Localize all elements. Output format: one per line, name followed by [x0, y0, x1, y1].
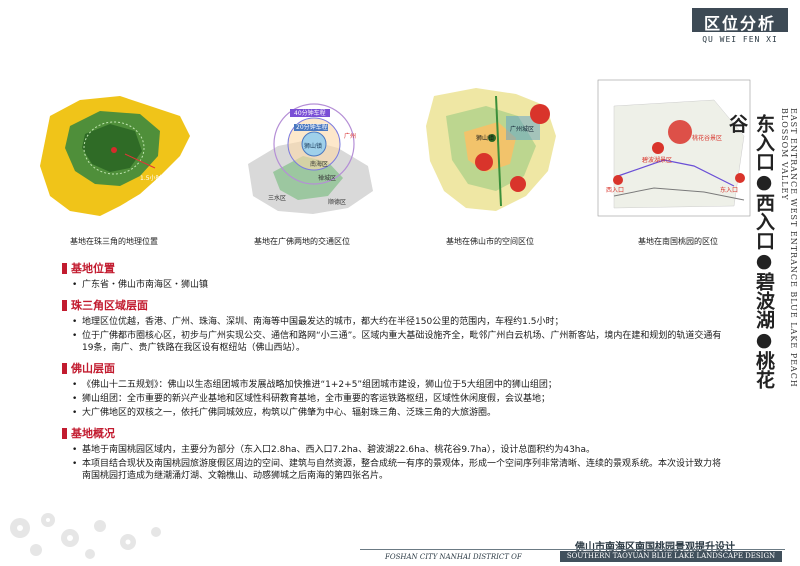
- map-4-caption: 基地在南国桃园的区位: [638, 237, 718, 246]
- map-3-graphic: 广州城区 狮山镇: [426, 88, 556, 211]
- list-item: • 地理区位优越，香港、广州、珠海、深圳、南海等中国最发达的城市，都大约在半径15…: [72, 317, 564, 327]
- list-item: • 广东省・佛山市南海区・狮山镇: [72, 280, 209, 290]
- map-4-label-east: 东入口: [720, 186, 738, 194]
- map-3-caption: 基地在佛山市的空间区位: [446, 237, 534, 246]
- map-pearl-river-delta: 1.5小时车程: [30, 76, 198, 224]
- map-2-label-guangzhou: 广州: [344, 132, 356, 140]
- map-3-label-guangzhou: 广州城区: [510, 125, 534, 133]
- map-foshan-spatial: 广州城区 狮山镇: [406, 76, 574, 224]
- map-1-caption: 基地在珠三角的地理位置: [70, 237, 158, 246]
- content: 基地位置 • 广东省・佛山市南海区・狮山镇 珠三角区域层面 • 地理区位优越，香港、…: [62, 260, 722, 484]
- section-marker-icon: [62, 427, 67, 439]
- section-title: 佛山层面: [71, 362, 115, 375]
- section-foshan-level: 佛山层面 • 《佛山十二五规划》：佛山以生态组团城市发展战略加快推进“1+2+5”…: [62, 360, 722, 419]
- section-header: 基地位置: [62, 260, 722, 276]
- footer-en-left: FOSHAN CITY NANHAI DISTRICT OF: [385, 553, 522, 561]
- section-prd-level: 珠三角区域层面 • 地理区位优越，香港、广州、珠海、深圳、南海等中国最发达的城市，…: [62, 297, 722, 354]
- section-header: 基地概况: [62, 425, 722, 441]
- map-2-caption: 基地在广佛两地的交通区位: [254, 237, 350, 246]
- map-2-label-shishan: 狮山镇: [304, 142, 322, 150]
- footer-en-right-box: SOUTHERN TAOYUAN BLUE LAKE LANDSCAPE DES…: [560, 551, 782, 562]
- footer-en-right: SOUTHERN TAOYUAN BLUE LAKE LANDSCAPE DES…: [566, 552, 776, 560]
- map-3-label-shishan: 狮山镇: [476, 134, 494, 142]
- map-2-label-20: 20分钟车程: [296, 123, 328, 131]
- section-marker-icon: [62, 262, 67, 274]
- page: 区位分析 QU WEI FEN XI 1.5小时车程 基地在珠三角的地理位置 4…: [0, 0, 800, 566]
- list-item: • 位于广佛都市圈核心区，初步与广州实现公交、通信和路网“小三通”。区域内重大基础…: [72, 331, 722, 353]
- section-title: 基地位置: [71, 262, 115, 275]
- section-header: 珠三角区域层面: [62, 297, 722, 313]
- map-2-label-40: 40分钟车程: [294, 109, 326, 117]
- list-item: • 《佛山十二五规划》：佛山以生态组团城市发展战略加快推进“1+2+5”组团城市建…: [72, 380, 557, 390]
- map-4-label-valley: 桃花谷景区: [692, 134, 722, 142]
- section-marker-icon: [62, 299, 67, 311]
- list-item: • 大广佛地区的双核之一，依托广佛同城效应，构筑以广佛肇为中心、辐射珠三角、泛珠三…: [72, 408, 497, 418]
- section-marker-icon: [62, 362, 67, 374]
- list-item: • 狮山组团：全市重要的新兴产业基地和区域性科研教育基地，全市重要的客运铁路枢纽，…: [72, 394, 551, 404]
- map-1-label: 1.5小时车程: [140, 174, 174, 182]
- map-2-label-sanshui: 三水区: [268, 194, 286, 202]
- header-badge: 区位分析 QU WEI FEN XI: [692, 8, 788, 46]
- section-site-overview: 基地概况 • 基地于南国桃园区域内，主要分为部分（东入口2.8ha、西入口7.2h…: [62, 425, 722, 482]
- side-cn-title: 东入口●西入口●碧波湖●桃花谷: [726, 114, 775, 389]
- side-en-title: EAST ENTRANCE WEST ENTRANCE BLUE LAKE PE…: [780, 108, 798, 388]
- list-item: • 基地于南国桃园区域内，主要分为部分（东入口2.8ha、西入口7.2ha、碧波湖…: [72, 445, 596, 455]
- header-subtitle: QU WEI FEN XI: [702, 35, 778, 44]
- section-title: 珠三角区域层面: [71, 299, 148, 312]
- map-2-label-nanhai: 南海区: [310, 160, 328, 168]
- footer: 佛山市南海区南国桃园景观提升设计 FOSHAN CITY NANHAI DIST…: [0, 538, 800, 566]
- map-4-label-lake: 碧波湖景区: [642, 156, 672, 164]
- side-labels: 东入口●西入口●碧波湖●桃花谷 EAST ENTRANCE WEST ENTRA…: [726, 68, 798, 398]
- map-1-graphic: 1.5小时车程: [40, 96, 190, 216]
- section-header: 佛山层面: [62, 360, 722, 376]
- section-title: 基地概况: [71, 427, 115, 440]
- header-title: 区位分析: [703, 14, 776, 33]
- map-nanguo-taoyuan: 西入口 东入口 碧波湖景区 桃花谷景区: [594, 76, 762, 224]
- map-4-graphic: 西入口 东入口 碧波湖景区 桃花谷景区: [597, 79, 751, 217]
- section-site-location: 基地位置 • 广东省・佛山市南海区・狮山镇: [62, 260, 722, 291]
- map-2-label-chancheng: 禅城区: [318, 174, 336, 182]
- map-4-label-west: 西入口: [606, 187, 624, 194]
- footer-divider: [360, 549, 785, 550]
- map-2-label-shunde: 顺德区: [328, 198, 346, 206]
- list-item: • 本项目结合现状及南国桃园旅游度假区周边的空间、建筑与自然资源，整合成统一有序的…: [72, 459, 722, 481]
- map-guangfo-traffic: 40分钟车程 20分钟车程 狮山镇 南海区 禅城区 顺德区 三水区 广州: [218, 76, 386, 224]
- map-2-graphic: 40分钟车程 20分钟车程 狮山镇 南海区 禅城区 顺德区 三水区 广州: [248, 103, 373, 214]
